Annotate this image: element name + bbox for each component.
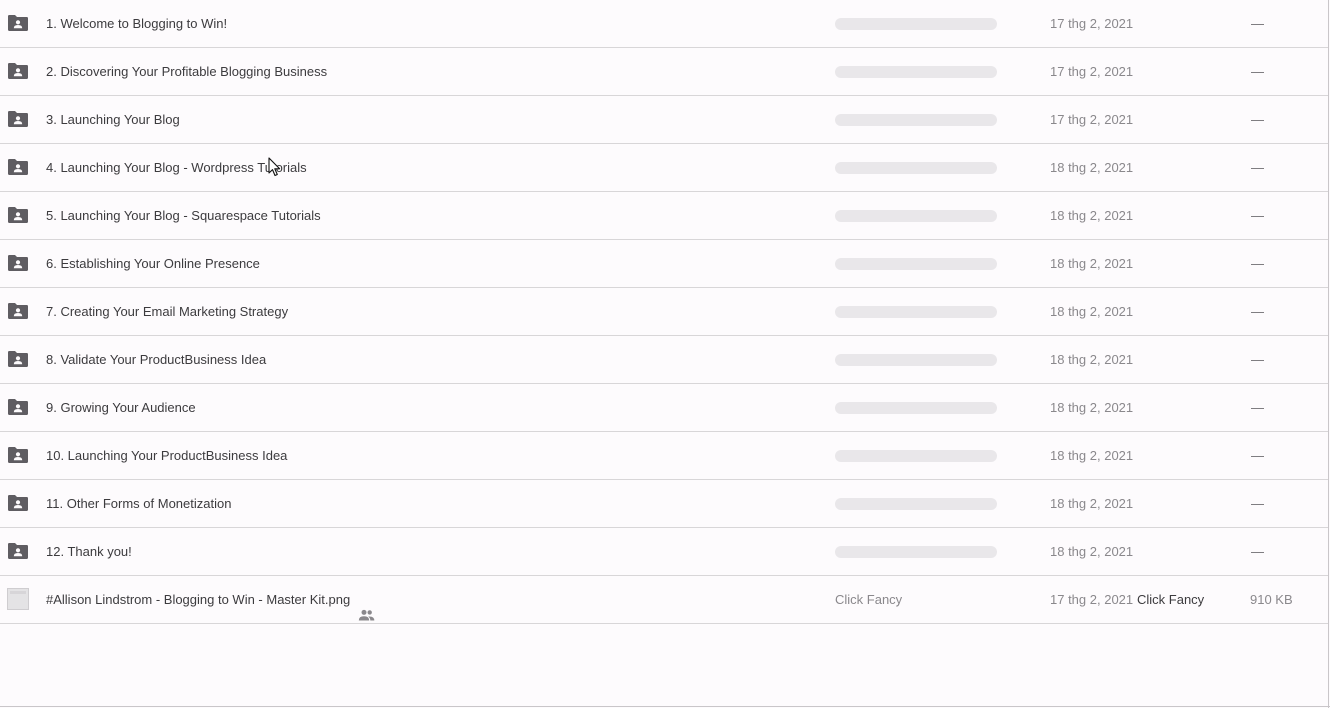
folder-name: 3. Launching Your Blog [46,112,180,127]
shared-folder-icon [7,494,29,512]
shared-folder-icon [7,398,29,416]
file-size: — [1251,208,1264,223]
folder-name: 10. Launching Your ProductBusiness Idea [46,448,288,463]
folder-row[interactable]: 7. Creating Your Email Marketing Strateg… [0,288,1329,336]
file-size: — [1251,16,1264,31]
shared-folder-icon [7,302,29,320]
folder-row[interactable]: 1. Welcome to Blogging to Win! 17 thg 2,… [0,0,1329,48]
file-list-rows: 1. Welcome to Blogging to Win! 17 thg 2,… [0,0,1329,624]
modified-by: Click Fancy [1137,592,1205,607]
folder-name: 1. Welcome to Blogging to Win! [46,16,228,31]
drive-file-list: 1. Welcome to Blogging to Win! 17 thg 2,… [0,0,1330,708]
folder-name: 7. Creating Your Email Marketing Strateg… [46,304,289,319]
shared-folder-icon [7,14,29,32]
file-size: — [1251,64,1264,79]
panel-right-border [1328,0,1329,708]
owner-loading-placeholder [835,498,997,510]
shared-folder-icon [7,542,29,560]
last-modified: 18 thg 2, 2021 [1050,160,1134,175]
owner-loading-placeholder [835,450,997,462]
file-size: — [1251,544,1264,559]
folder-row[interactable]: 3. Launching Your Blog 17 thg 2, 2021 — [0,96,1329,144]
folder-name: 12. Thank you! [46,544,132,559]
file-size: — [1251,112,1264,127]
owner-loading-placeholder [835,306,997,318]
owner-loading-placeholder [835,210,997,222]
file-size: — [1251,304,1264,319]
shared-folder-icon [7,62,29,80]
file-size: — [1251,496,1264,511]
last-modified: 18 thg 2, 2021 [1050,256,1134,271]
file-size: — [1251,400,1264,415]
last-modified: 18 thg 2, 2021 [1050,496,1134,511]
folder-row[interactable]: 8. Validate Your ProductBusiness Idea 18… [0,336,1329,384]
last-modified: 18 thg 2, 2021 [1050,304,1134,319]
shared-folder-icon [7,158,29,176]
folder-row[interactable]: 10. Launching Your ProductBusiness Idea … [0,432,1329,480]
folder-name: 4. Launching Your Blog - Wordpress Tutor… [46,160,307,175]
panel-bottom-border [0,706,1330,707]
file-size: — [1251,352,1264,367]
last-modified: 18 thg 2, 2021 [1050,208,1134,223]
shared-folder-icon [7,350,29,368]
owner-loading-placeholder [835,18,997,30]
file-size: — [1251,448,1264,463]
folder-row[interactable]: 6. Establishing Your Online Presence 18 … [0,240,1329,288]
owner-loading-placeholder [835,114,997,126]
folder-row[interactable]: 9. Growing Your Audience 18 thg 2, 2021 … [0,384,1329,432]
shared-folder-icon [7,254,29,272]
owner-loading-placeholder [835,546,997,558]
folder-row[interactable]: 4. Launching Your Blog - Wordpress Tutor… [0,144,1329,192]
folder-name: 11. Other Forms of Monetization [46,496,232,511]
last-modified: 18 thg 2, 2021 [1050,400,1134,415]
file-name-cell: #Allison Lindstrom - Blogging to Win - M… [46,576,375,623]
last-modified: 18 thg 2, 2021 [1050,448,1134,463]
last-modified: 17 thg 2, 2021 [1050,592,1134,607]
image-thumbnail-icon [7,588,29,610]
last-modified: 17 thg 2, 2021 [1050,112,1134,127]
owner-loading-placeholder [835,354,997,366]
owner-loading-placeholder [835,162,997,174]
file-size: — [1251,160,1264,175]
shared-folder-icon [7,110,29,128]
file-size: — [1251,256,1264,271]
folder-name: 2. Discovering Your Profitable Blogging … [46,64,328,79]
file-size: 910 KB [1250,592,1293,607]
folder-name: 5. Launching Your Blog - Squarespace Tut… [46,208,321,223]
folder-row[interactable]: 2. Discovering Your Profitable Blogging … [0,48,1329,96]
folder-row[interactable]: 12. Thank you! 18 thg 2, 2021 — [0,528,1329,576]
folder-name: 9. Growing Your Audience [46,400,196,415]
shared-folder-icon [7,446,29,464]
owner-loading-placeholder [835,258,997,270]
last-modified: 18 thg 2, 2021 [1050,352,1134,367]
folder-name: 6. Establishing Your Online Presence [46,256,260,271]
last-modified: 17 thg 2, 2021 [1050,16,1134,31]
folder-row[interactable]: 5. Launching Your Blog - Squarespace Tut… [0,192,1329,240]
shared-folder-icon [7,206,29,224]
owner-loading-placeholder [835,402,997,414]
file-row[interactable]: #Allison Lindstrom - Blogging to Win - M… [0,576,1329,624]
owner-loading-placeholder [835,66,997,78]
last-modified: 17 thg 2, 2021 [1050,64,1134,79]
owner: Click Fancy [835,592,903,607]
folder-name: 8. Validate Your ProductBusiness Idea [46,352,267,367]
last-modified: 18 thg 2, 2021 [1050,544,1134,559]
file-name: #Allison Lindstrom - Blogging to Win - M… [46,592,351,607]
folder-row[interactable]: 11. Other Forms of Monetization 18 thg 2… [0,480,1329,528]
people-icon [358,593,375,621]
